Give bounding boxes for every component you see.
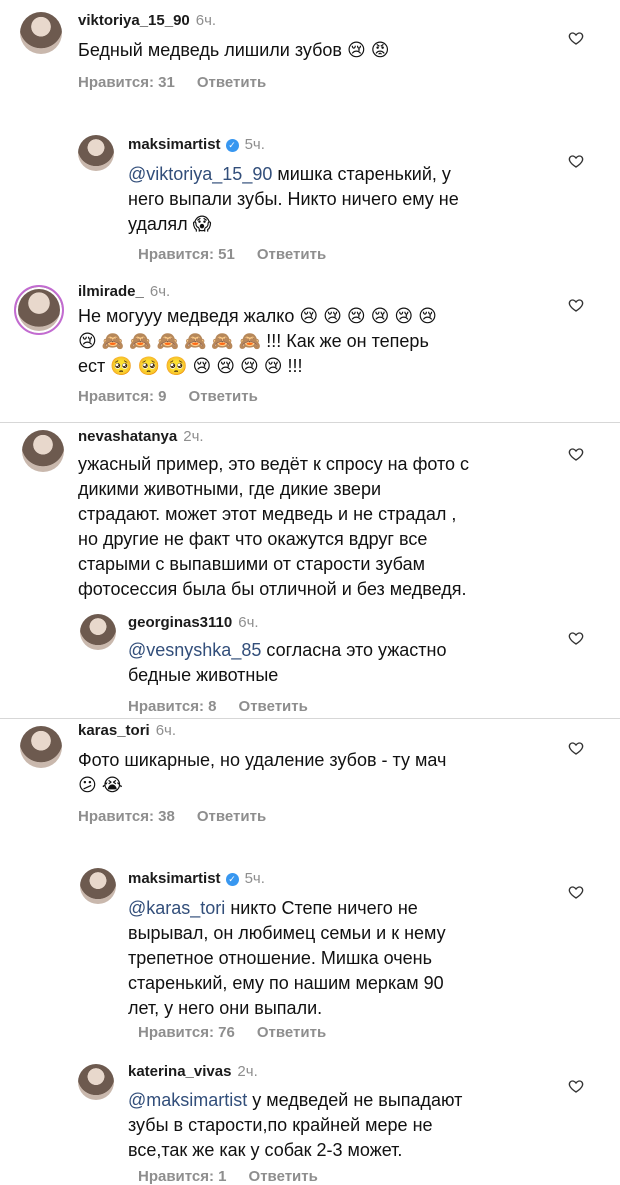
heart-outline-icon[interactable] [568, 297, 584, 313]
username-text[interactable]: karas_tori [78, 722, 150, 739]
comment-text: @maksimartist у медведей не выпадают зуб… [128, 1088, 462, 1163]
username-text[interactable]: viktoriya_15_90 [78, 12, 190, 29]
comment-time: 2ч. [183, 428, 204, 445]
likes-count[interactable]: Нравится: 9 [78, 388, 167, 405]
comment-time: 5ч. [244, 870, 265, 887]
comment-meta: Нравится: 38 Ответить [78, 808, 266, 825]
comment-time: 6ч. [155, 722, 177, 739]
comment-username[interactable]: georginas3110 6ч. [128, 614, 259, 631]
verified-badge-icon: ✓ [225, 873, 239, 886]
avatar[interactable] [80, 614, 116, 650]
username-text[interactable]: katerina_vivas [128, 1063, 231, 1080]
comment-meta: Нравится: 76 Ответить [138, 1024, 326, 1041]
comment-text: Не могууу медведя жалко 😢 😢 😢 😢 😢 😢 😢 🙈 … [78, 306, 437, 376]
comment-text: Бедный медведь лишили зубов 😢 😡 [78, 40, 390, 60]
comment-time: 6ч. [238, 614, 259, 631]
avatar[interactable] [78, 135, 114, 171]
reply-button[interactable]: Ответить [257, 1024, 326, 1041]
likes-count[interactable]: Нравится: 38 [78, 808, 175, 825]
reply-button[interactable]: Ответить [189, 388, 258, 405]
comment-time: 2ч. [237, 1063, 258, 1080]
comment-meta: Нравится: 1 Ответить [138, 1168, 318, 1185]
comment-username[interactable]: ilmirade_ 6ч. [78, 283, 170, 300]
comment-meta: Нравится: 9 Ответить [78, 388, 258, 405]
mention-link[interactable]: @vesnyshka_85 [128, 640, 261, 660]
heart-outline-icon[interactable] [568, 153, 584, 169]
comment-username[interactable]: maksimartist ✓ 5ч. [128, 136, 265, 153]
mention-link[interactable]: @karas_tori [128, 898, 225, 918]
comment-meta: Нравится: 51 Ответить [138, 246, 326, 263]
likes-count[interactable]: Нравится: 8 [128, 698, 217, 715]
reply-button[interactable]: Ответить [249, 1168, 318, 1185]
avatar[interactable] [14, 285, 64, 335]
reply-button[interactable]: Ответить [197, 74, 266, 91]
comment-username[interactable]: viktoriya_15_90 6ч. [78, 12, 216, 29]
heart-outline-icon[interactable] [568, 884, 584, 900]
divider [0, 422, 620, 423]
avatar[interactable] [20, 726, 62, 768]
comment-text: ужасный пример, это ведёт к спросу на фо… [78, 454, 470, 599]
likes-count[interactable]: Нравится: 31 [78, 74, 175, 91]
avatar[interactable] [22, 430, 64, 472]
avatar[interactable] [78, 1064, 114, 1100]
heart-outline-icon[interactable] [568, 30, 584, 46]
username-text[interactable]: ilmirade_ [78, 283, 144, 300]
comment-username[interactable]: karas_tori 6ч. [78, 722, 176, 739]
comment-username[interactable]: maksimartist ✓ 5ч. [128, 870, 265, 887]
likes-count[interactable]: Нравится: 1 [138, 1168, 227, 1185]
comment-time: 5ч. [244, 136, 265, 153]
likes-count[interactable]: Нравится: 51 [138, 246, 235, 263]
heart-outline-icon[interactable] [568, 446, 584, 462]
avatar[interactable] [80, 868, 116, 904]
comment-time: 6ч. [149, 283, 171, 300]
reply-button[interactable]: Ответить [197, 808, 266, 825]
reply-button[interactable]: Ответить [239, 698, 308, 715]
divider [0, 718, 620, 719]
verified-badge-icon: ✓ [225, 139, 239, 152]
comment-meta: Нравится: 8 Ответить [128, 698, 308, 715]
comment-text: @vesnyshka_85 согласна это ужастно бедны… [128, 638, 447, 688]
heart-outline-icon[interactable] [568, 1078, 584, 1094]
comment-time: 6ч. [195, 12, 217, 29]
comment-username[interactable]: katerina_vivas 2ч. [128, 1063, 258, 1080]
reply-button[interactable]: Ответить [257, 246, 326, 263]
comment-text: Фото шикарные, но удаление зубов - ту ма… [78, 750, 447, 795]
username-text[interactable]: nevashatanya [78, 428, 177, 445]
avatar[interactable] [20, 12, 62, 54]
comment-username[interactable]: nevashatanya 2ч. [78, 428, 204, 445]
likes-count[interactable]: Нравится: 76 [138, 1024, 235, 1041]
mention-link[interactable]: @viktoriya_15_90 [128, 164, 272, 184]
username-text[interactable]: georginas3110 [128, 614, 232, 631]
comment-text: @karas_tori никто Степе ничего не вырыва… [128, 896, 446, 1021]
comment-meta: Нравится: 31 Ответить [78, 74, 266, 91]
heart-outline-icon[interactable] [568, 740, 584, 756]
username-text[interactable]: maksimartist [128, 870, 221, 887]
username-text[interactable]: maksimartist [128, 136, 221, 153]
comment-text: @viktoriya_15_90 мишка старенький, у нег… [128, 162, 459, 237]
heart-outline-icon[interactable] [568, 630, 584, 646]
mention-link[interactable]: @maksimartist [128, 1090, 247, 1110]
